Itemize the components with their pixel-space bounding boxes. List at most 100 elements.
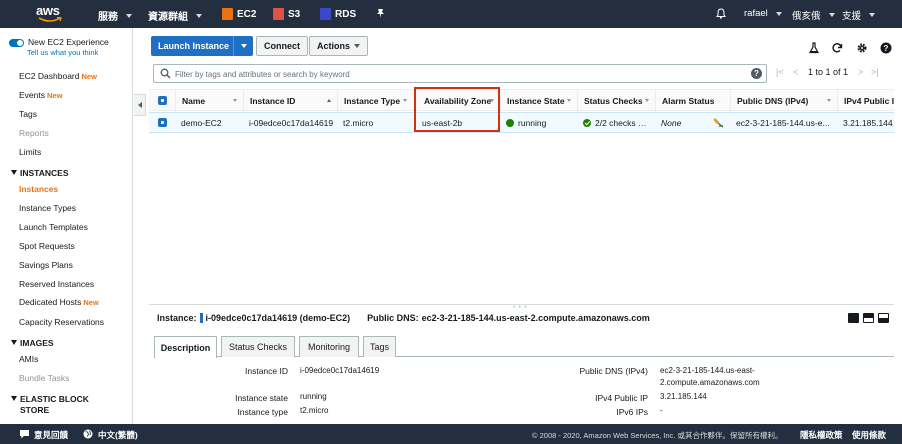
column-header-status-checks[interactable]: Status Checks [577,90,655,112]
collapse-sidebar-button[interactable] [134,94,146,116]
aws-smile-icon [38,17,62,22]
tab-status-checks[interactable]: Status Checks [221,336,295,357]
tab-label: Description [160,342,211,353]
tab-label: Status Checks [228,342,288,352]
instance-marker [199,313,203,323]
pane-splitter[interactable]: • • • [149,304,894,311]
ipv6-ips-value: - [660,406,663,415]
chevron-down-icon [775,11,782,16]
drag-handle-icon[interactable]: • • • [513,305,528,311]
pin-s3[interactable]: S3 [273,8,300,20]
services-label: 服務 [98,12,118,23]
maximize-pane-icon[interactable] [848,313,859,323]
notifications-button[interactable] [716,8,726,19]
column-header-instance-state[interactable]: Instance State [500,90,577,112]
region-menu[interactable]: 俄亥俄 [792,8,835,22]
resource-groups-label: 資源群組 [148,12,188,23]
sidebar-item-instances[interactable]: Instances [19,184,58,194]
tab-label: Tags [369,342,389,352]
connect-button[interactable]: Connect [256,36,308,56]
language-selector[interactable]: 中文(繁體) [98,429,138,441]
split-pane-icon[interactable] [863,313,874,323]
caret-down-icon [11,340,17,345]
next-page-icon[interactable]: > [858,67,863,77]
sort-icon [567,99,571,102]
chevron-down-icon [126,13,132,18]
sidebar-item-bundle-tasks[interactable]: Bundle Tasks [19,373,69,383]
sidebar-item-savings-plans[interactable]: Savings Plans [19,260,73,270]
sidebar-section-instances[interactable]: INSTANCES [11,168,69,178]
top-navigation-bar: aws 服務 資源群組 EC2 S3 RDS rafael 俄亥俄 支援 [0,0,902,28]
sidebar-section-images[interactable]: IMAGES [11,338,54,348]
cell-name: demo-EC2 [181,118,222,128]
terms-of-use-link[interactable]: 使用條款 [852,429,886,441]
sidebar-item-amis[interactable]: AMIs [19,354,38,364]
column-header-ipv4-public-ip[interactable]: IPv4 Public IP [837,90,894,112]
tab-tags[interactable]: Tags [363,336,396,357]
table-row[interactable]: demo-EC2 i-09edce0c17da14619 t2.micro us… [149,112,894,133]
last-page-icon[interactable]: >| [871,67,879,77]
sidebar-item-dedicated-hosts[interactable]: Dedicated Hosts New [19,297,99,307]
support-menu[interactable]: 支援 [842,8,876,22]
new-badge: New [81,72,97,81]
section-title: STORE [20,405,50,415]
pin-icon[interactable] [376,8,385,19]
sidebar-item-spot-requests[interactable]: Spot Requests [19,241,75,251]
flask-icon[interactable] [808,42,820,54]
copyright-text: © 2008 - 2020, Amazon Web Services, Inc.… [532,431,783,440]
column-header-instance-type[interactable]: Instance Type [337,90,413,112]
chevron-down-icon [196,13,202,18]
prev-page-icon[interactable]: < [793,67,798,77]
pin-ec2[interactable]: EC2 [222,8,256,20]
tab-description[interactable]: Description [154,336,217,358]
sidebar-item-limits[interactable]: Limits [19,147,41,157]
privacy-policy-link[interactable]: 隱私權政策 [800,429,843,441]
column-header-instance-id[interactable]: Instance ID [243,90,337,112]
sidebar-item-tags[interactable]: Tags [19,109,37,119]
cell-public-dns: ec2-3-21-185-144.us-e... [736,118,830,128]
filter-search-input[interactable]: Filter by tags and attributes or search … [153,64,767,83]
sidebar-item-capacity-reservations[interactable]: Capacity Reservations [19,317,104,327]
minimize-pane-icon[interactable] [878,313,889,323]
toggle-switch[interactable] [9,39,24,47]
gear-icon[interactable] [856,42,868,54]
resource-groups-menu[interactable]: 資源群組 [148,8,202,23]
first-page-icon[interactable]: |< [776,67,784,77]
aws-logo[interactable]: aws [36,3,66,25]
sidebar-section-ebs[interactable]: ELASTIC BLOCK [11,394,89,404]
sort-icon [403,99,407,102]
sidebar-item-label: Reserved Instances [19,279,95,289]
refresh-icon[interactable] [831,42,843,54]
sidebar-item-reports[interactable]: Reports [19,128,49,138]
column-header-alarm-status[interactable]: Alarm Status [655,90,730,112]
pin-rds[interactable]: RDS [320,8,356,20]
caret-down-icon [11,170,17,175]
launch-instance-button[interactable]: Launch Instance [151,36,253,56]
services-menu[interactable]: 服務 [98,8,132,23]
search-icon [160,68,171,79]
row-checkbox[interactable] [158,118,167,127]
new-experience-toggle-row[interactable]: New EC2 Experience [9,37,109,47]
help-icon[interactable]: ? [880,42,892,54]
user-menu[interactable]: rafael [744,8,782,19]
sidebar-item-launch-templates[interactable]: Launch Templates [19,222,88,232]
sidebar-item-instance-types[interactable]: Instance Types [19,203,76,213]
sidebar-item-events[interactable]: Events New [19,90,62,100]
feedback-link[interactable]: Tell us what you think [27,48,98,57]
filter-help-icon[interactable]: ? [751,68,762,79]
sidebar-item-ec2-dashboard[interactable]: EC2 Dashboard New [19,71,97,81]
actions-button[interactable]: Actions [309,36,369,56]
pagination-text: 1 to 1 of 1 [808,67,849,77]
column-header-name[interactable]: Name [175,90,243,112]
section-title: ELASTIC BLOCK [20,394,89,404]
tab-monitoring[interactable]: Monitoring [299,336,359,357]
select-all-checkbox[interactable] [158,96,167,105]
column-header-public-dns[interactable]: Public DNS (IPv4) [730,90,837,112]
launch-dropdown-button[interactable] [233,36,253,56]
sidebar-item-label: Reports [19,128,49,138]
section-title: INSTANCES [20,168,69,178]
sidebar-item-reserved-instances[interactable]: Reserved Instances [19,279,94,289]
create-alarm-icon[interactable] [713,117,724,128]
region-name: 俄亥俄 [792,11,821,22]
feedback-link[interactable]: 意見回饋 [34,429,68,441]
